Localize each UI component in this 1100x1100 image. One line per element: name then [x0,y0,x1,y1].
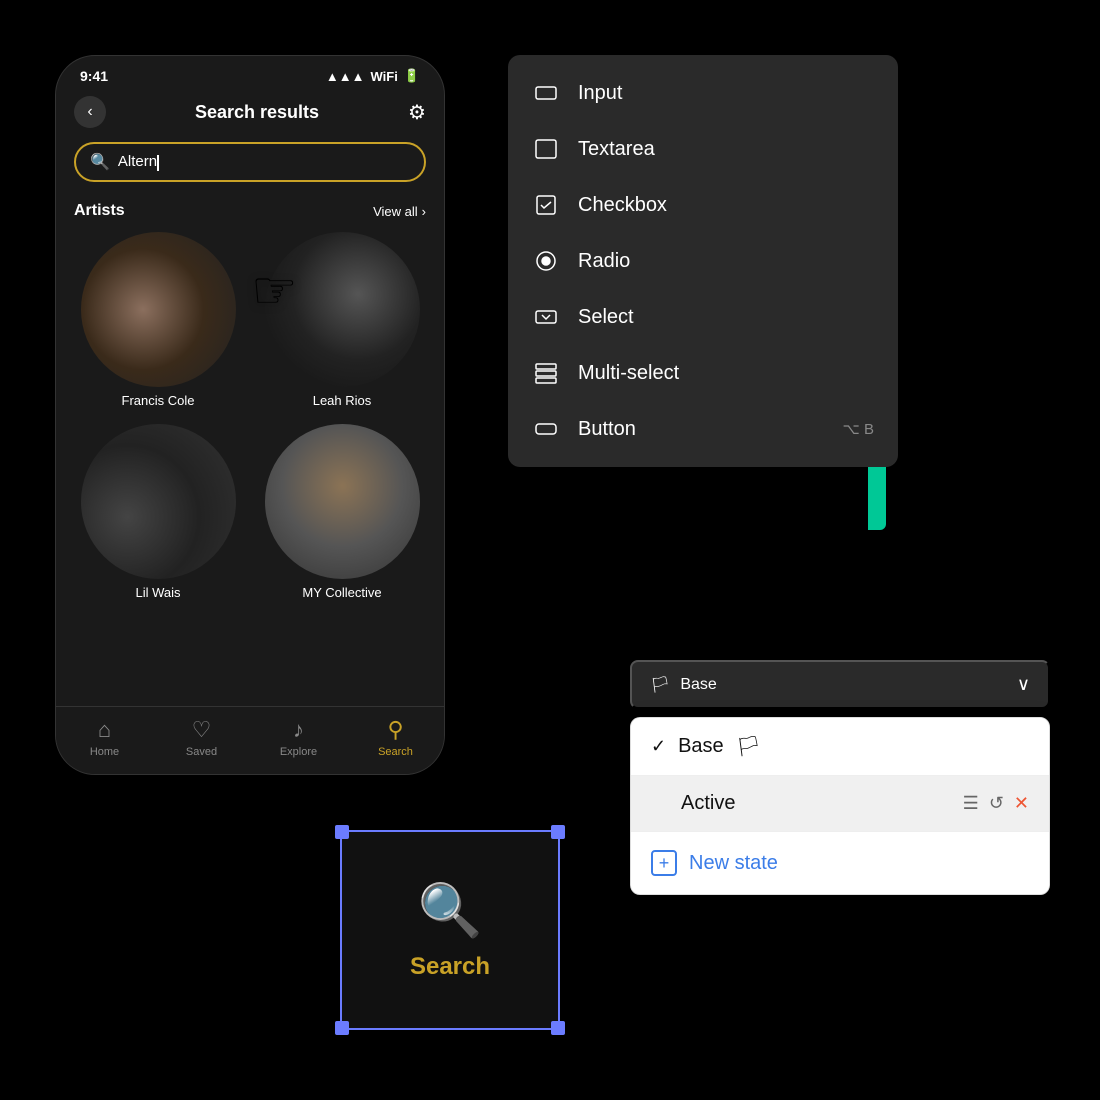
dropdown-item-textarea[interactable]: Textarea [508,121,898,177]
reset-icon[interactable]: ↺ [989,793,1004,814]
dropdown-item-radio[interactable]: Radio [508,233,898,289]
state-actions: ☰ ↺ ✕ [963,793,1029,814]
artist-item[interactable]: Francis Cole [74,232,242,408]
signal-icon: ▲▲▲ [326,69,365,84]
dropdown-item-multiselect[interactable]: Multi-select [508,345,898,401]
artists-title: Artists [74,202,125,220]
phone-header: ‹ Search results ⚙ [56,88,444,136]
search-input[interactable]: Altern [118,153,159,170]
dropdown-label-textarea: Textarea [578,138,655,161]
dropdown-label-button: Button [578,418,636,441]
state-active-label: Active [681,792,735,815]
dropdown-item-checkbox[interactable]: Checkbox [508,177,898,233]
search-bar[interactable]: 🔍 Altern [74,142,426,182]
artist-avatar-2 [265,232,420,387]
bottom-nav: ⌂ Home ♡ Saved ♪ Explore ⚲ Search [56,706,444,774]
dropdown-item-input[interactable]: Input [508,65,898,121]
selection-handle-br[interactable] [551,1021,565,1035]
textarea-icon [532,135,560,163]
explore-icon: ♪ [293,717,304,743]
artists-grid: Francis Cole Leah Rios Lil Wais MY Colle… [56,228,444,604]
artist-item[interactable]: MY Collective [258,424,426,600]
artist-name-3: Lil Wais [135,585,180,600]
home-icon: ⌂ [98,717,111,743]
state-panel: 🏳 Base ∨ ✓ Base 🏳 Active ☰ ↺ ✕ + New sta… [630,660,1050,895]
checkbox-icon [532,191,560,219]
artist-item[interactable]: Lil Wais [74,424,242,600]
select-icon [532,303,560,331]
state-dropdown-button[interactable]: 🏳 Base ∨ [630,660,1050,709]
nav-explore-label: Explore [280,746,317,758]
chevron-down-icon: ∨ [1017,674,1030,695]
nav-saved[interactable]: ♡ Saved [153,717,250,758]
status-icons: ▲▲▲ WiFi 🔋 [326,68,420,84]
dropdown-label-select: Select [578,306,634,329]
nav-home-label: Home [90,746,119,758]
widget-label: Search [410,953,490,981]
nav-explore[interactable]: ♪ Explore [250,717,347,758]
input-icon [532,79,560,107]
selection-handle-tl[interactable] [335,825,349,839]
search-bar-wrap: 🔍 Altern [56,136,444,188]
dropdown-panel: Input Textarea Checkbox Radio Select Mul… [508,55,898,467]
nav-search[interactable]: ⚲ Search [347,717,444,758]
search-nav-icon: ⚲ [387,717,403,743]
status-bar: 9:41 ▲▲▲ WiFi 🔋 [56,56,444,88]
nav-search-label: Search [378,746,413,758]
artist-name-2: Leah Rios [313,393,372,408]
settings-button[interactable]: ⚙ [408,100,426,125]
dropdown-label-checkbox: Checkbox [578,194,667,217]
new-state-item[interactable]: + New state [631,832,1049,894]
menu-icon[interactable]: ☰ [963,793,979,814]
back-button[interactable]: ‹ [74,96,106,128]
dropdown-item-button[interactable]: Button ⌥ B [508,401,898,457]
dropdown-label-multiselect: Multi-select [578,362,679,385]
artist-name-4: MY Collective [302,585,381,600]
wifi-icon: WiFi [370,69,397,84]
state-item-active[interactable]: Active ☰ ↺ ✕ [631,776,1049,832]
state-list: ✓ Base 🏳 Active ☰ ↺ ✕ + New state [630,717,1050,895]
nav-saved-label: Saved [186,746,217,758]
selection-handle-tr[interactable] [551,825,565,839]
nav-home[interactable]: ⌂ Home [56,717,153,758]
multiselect-icon [532,359,560,387]
state-base-label: Base [678,735,724,758]
search-widget: 🔍 Search [340,830,560,1030]
artists-section-header: Artists View all › [56,188,444,228]
search-icon: 🔍 [90,152,110,172]
saved-icon: ♡ [192,717,212,743]
phone-mockup: 9:41 ▲▲▲ WiFi 🔋 ‹ Search results ⚙ 🔍 Alt… [55,55,445,775]
selection-handle-bl[interactable] [335,1021,349,1035]
radio-icon [532,247,560,275]
base-flag-icon: 🏳 [736,734,761,759]
artist-avatar-3 [81,424,236,579]
state-item-base[interactable]: ✓ Base 🏳 [631,718,1049,776]
battery-icon: 🔋 [404,68,420,84]
widget-search-icon: 🔍 [418,880,483,941]
new-state-label: New state [689,852,778,875]
status-time: 9:41 [80,68,108,84]
dropdown-item-select[interactable]: Select [508,289,898,345]
artist-avatar-4 [265,424,420,579]
artist-avatar-1 [81,232,236,387]
plus-icon: + [651,850,677,876]
dropdown-label-input: Input [578,82,622,105]
dropdown-label-radio: Radio [578,250,630,273]
artist-name-1: Francis Cole [122,393,195,408]
artist-item[interactable]: Leah Rios [258,232,426,408]
check-icon: ✓ [651,736,666,757]
header-title: Search results [195,102,319,123]
delete-icon[interactable]: ✕ [1014,793,1029,814]
button-icon [532,415,560,443]
state-dropdown-label: Base [680,676,716,694]
flag-icon: 🏳 [650,675,670,695]
view-all-button[interactable]: View all › [373,204,426,219]
button-shortcut: ⌥ B [843,420,874,438]
